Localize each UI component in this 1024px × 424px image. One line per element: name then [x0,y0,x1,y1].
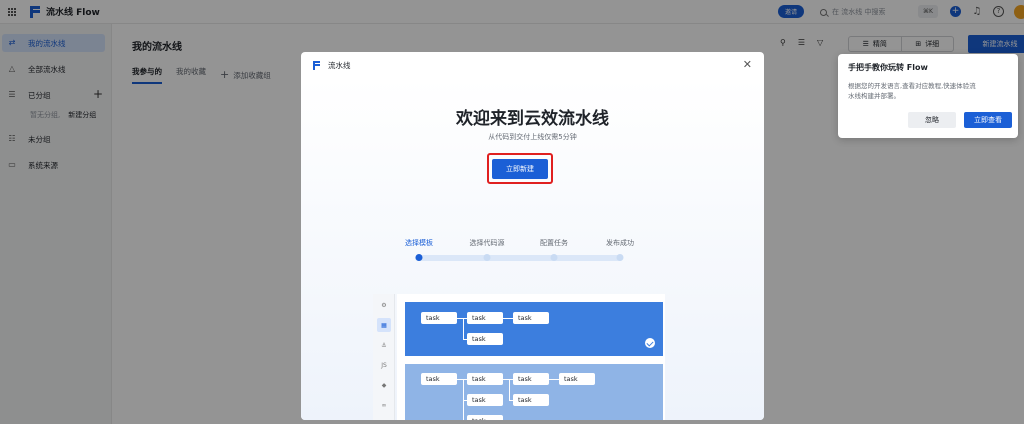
infinity-icon[interactable]: ∞ [377,398,391,412]
connector [503,318,513,319]
flow-logo-icon [313,60,320,70]
welcome-subtitle: 从代码到交付上线仅需5分钟 [488,133,577,141]
guide-actions: 忽略 立即查看 [908,112,1012,128]
create-now-button[interactable]: 立即新建 [492,159,548,179]
task-node: task [513,312,549,324]
task-node: task [467,333,503,345]
template-card[interactable]: task task task task task task task [405,364,663,420]
close-icon[interactable]: ✕ [743,59,752,70]
task-node: task [467,415,503,420]
welcome-modal: 流水线 ✕ 欢迎来到云效流水线 从代码到交付上线仅需5分钟 立即新建 选择模板 … [301,52,764,420]
step-label[interactable]: 配置任务 [540,238,568,248]
welcome-title: 欢迎来到云效流水线 [456,109,609,129]
guide-text: 根据您的开发语言,查看对应教程,快速体验流水线构建并部署。 [848,82,976,100]
connector [457,318,467,319]
template-icon-list: ⚙ ▦ ⚓ JS ◆ ∞ ⊕ [373,294,395,420]
template-preview: ⚙ ▦ ⚓ JS ◆ ∞ ⊕ task task task task [373,294,665,420]
js-icon[interactable]: JS [377,358,391,372]
link-icon[interactable]: ⊕ [377,418,391,420]
task-node: task [467,394,503,406]
step-dot [415,254,423,261]
step-dot [550,254,558,261]
step-dot [483,254,491,261]
step-dot [616,254,624,261]
task-node: task [421,373,457,385]
task-node: task [467,312,503,324]
step-label[interactable]: 选择代码源 [470,238,505,248]
step-track [415,255,623,261]
connector [463,318,464,339]
modal-header: 流水线 ✕ [301,52,764,78]
step-label[interactable]: 选择模板 [405,238,433,248]
anchor-icon[interactable]: ⚓ [377,338,391,352]
connector [457,379,467,380]
task-node: task [467,373,503,385]
settings-icon[interactable]: ⚙ [377,298,391,312]
template-flows: task task task task task task task task … [397,294,665,420]
guide-title: 手把手教你玩转 Flow [848,63,928,72]
view-now-button[interactable]: 立即查看 [964,112,1012,128]
template-card-selected[interactable]: task task task task [405,302,663,356]
grid-template-icon[interactable]: ▦ [377,318,391,332]
task-node: task [559,373,595,385]
connector [509,379,510,400]
ignore-button[interactable]: 忽略 [908,112,956,128]
diamond-icon[interactable]: ◆ [377,378,391,392]
modal-header-title: 流水线 [328,60,351,70]
connector [503,379,513,380]
check-icon [645,338,655,348]
task-node: task [513,373,549,385]
onboarding-steps: 选择模板 选择代码源 配置任务 发布成功 [397,238,667,264]
task-node: task [421,312,457,324]
step-label[interactable]: 发布成功 [606,238,634,248]
modal-body: 欢迎来到云效流水线 从代码到交付上线仅需5分钟 立即新建 选择模板 选择代码源 … [301,78,764,420]
connector [549,379,559,380]
guide-popover: 手把手教你玩转 Flow 根据您的开发语言,查看对应教程,快速体验流水线构建并部… [838,54,1018,138]
task-node: task [513,394,549,406]
